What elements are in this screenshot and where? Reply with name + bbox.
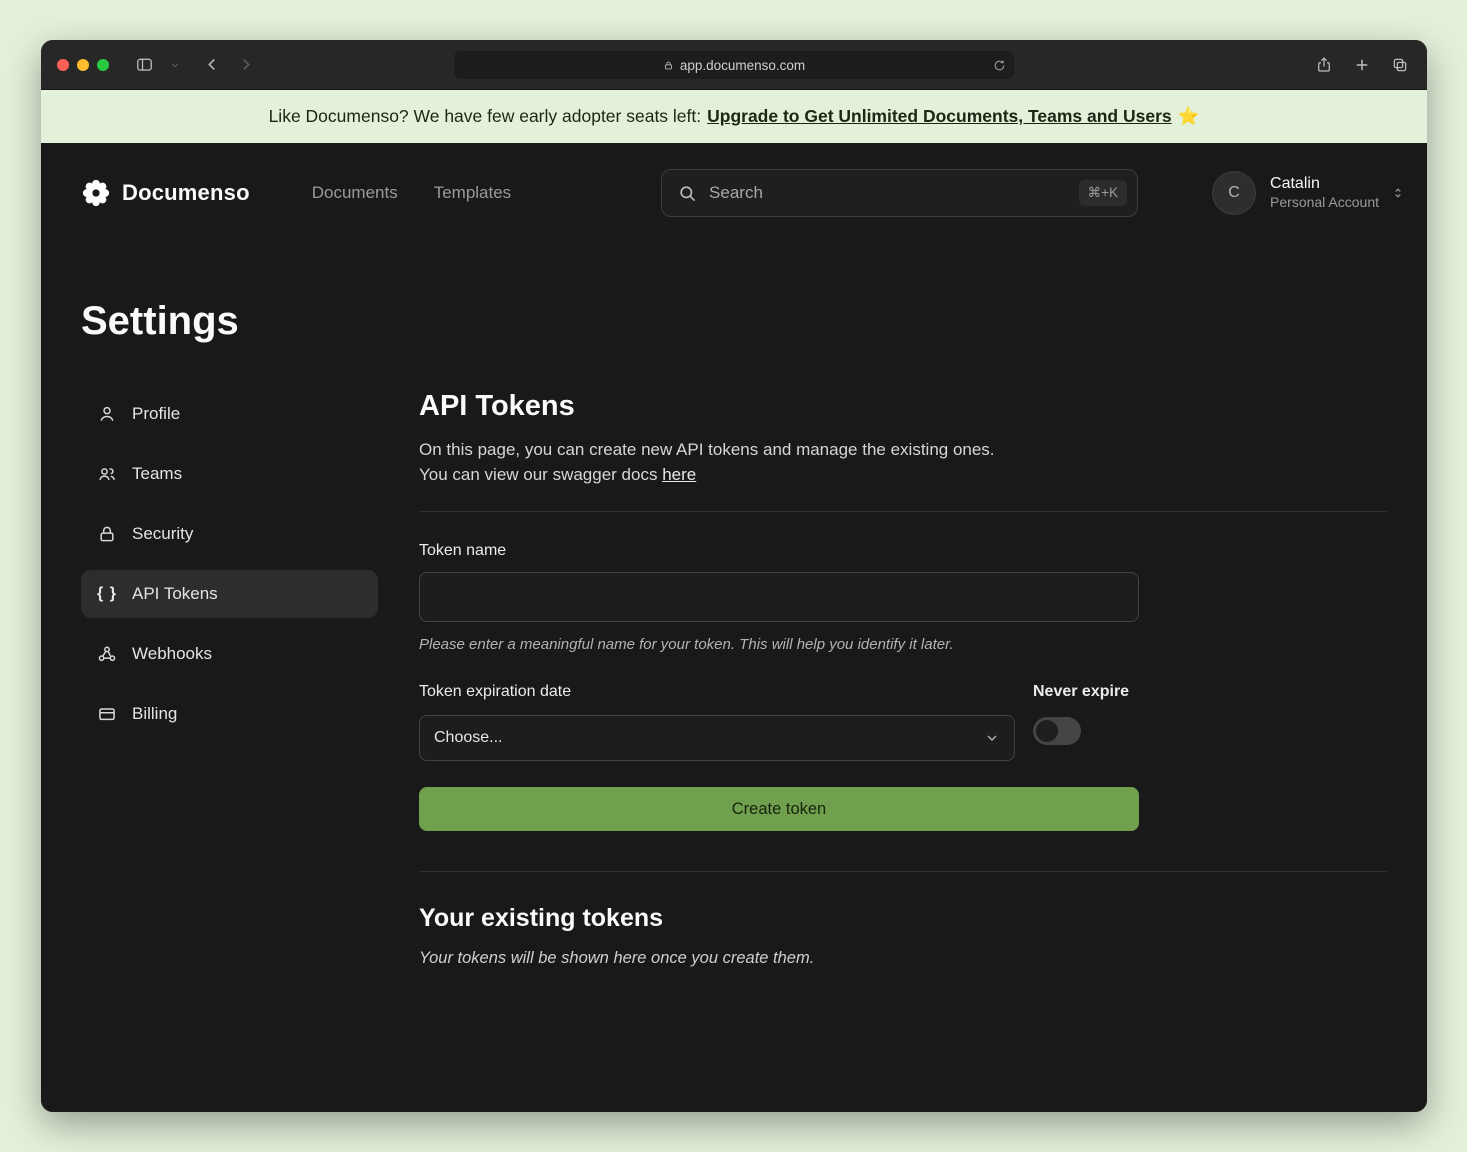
back-button-icon[interactable] bbox=[204, 56, 221, 73]
browser-window: app.documenso.com Like Documenso? We hav… bbox=[41, 40, 1427, 1112]
credit-card-icon bbox=[97, 704, 117, 724]
user-icon bbox=[97, 404, 117, 424]
share-icon[interactable] bbox=[1315, 56, 1333, 74]
traffic-lights bbox=[57, 59, 109, 71]
app-header: Documenso Documents Templates Search ⌘+K… bbox=[41, 143, 1427, 243]
never-expire-toggle[interactable] bbox=[1033, 717, 1081, 745]
webhook-icon bbox=[97, 644, 117, 664]
main-nav: Documents Templates bbox=[312, 183, 511, 203]
expiration-selected-value: Choose... bbox=[434, 729, 502, 747]
forward-button-icon[interactable] bbox=[237, 56, 254, 73]
promo-banner: Like Documenso? We have few early adopte… bbox=[41, 90, 1427, 143]
chevron-down-icon[interactable] bbox=[170, 60, 180, 70]
divider bbox=[419, 511, 1387, 512]
promo-text: Like Documenso? We have few early adopte… bbox=[269, 106, 702, 127]
braces-icon: { } bbox=[97, 585, 117, 603]
zoom-button[interactable] bbox=[97, 59, 109, 71]
never-expire-label: Never expire bbox=[1033, 683, 1129, 701]
account-type: Personal Account bbox=[1270, 194, 1379, 212]
star-emoji-icon: ⭐ bbox=[1178, 106, 1200, 127]
account-name: Catalin bbox=[1270, 174, 1379, 194]
address-bar[interactable]: app.documenso.com bbox=[454, 51, 1014, 79]
account-menu[interactable]: C Catalin Personal Account bbox=[1212, 171, 1405, 215]
sidebar-item-webhooks[interactable]: Webhooks bbox=[81, 630, 378, 678]
chevron-down-icon bbox=[984, 730, 1000, 746]
create-token-button[interactable]: Create token bbox=[419, 787, 1139, 831]
sidebar-item-profile[interactable]: Profile bbox=[81, 390, 378, 438]
api-tokens-panel: API Tokens On this page, you can create … bbox=[419, 390, 1387, 968]
token-name-hint: Please enter a meaningful name for your … bbox=[419, 636, 1387, 653]
sidebar-item-label: Billing bbox=[132, 704, 177, 724]
close-button[interactable] bbox=[57, 59, 69, 71]
documenso-app: Documenso Documents Templates Search ⌘+K… bbox=[41, 143, 1427, 1112]
sidebar-item-label: Webhooks bbox=[132, 644, 212, 664]
refresh-icon[interactable] bbox=[993, 59, 1006, 72]
sidebar-item-api-tokens[interactable]: { } API Tokens bbox=[81, 570, 378, 618]
tab-overview-icon[interactable] bbox=[1391, 56, 1409, 74]
brand[interactable]: Documenso bbox=[81, 178, 250, 208]
expiration-label: Token expiration date bbox=[419, 683, 1015, 701]
section-heading: API Tokens bbox=[419, 390, 1387, 423]
page-title: Settings bbox=[81, 299, 1387, 344]
divider bbox=[419, 871, 1387, 872]
sidebar-toggle-icon[interactable] bbox=[135, 55, 154, 74]
nav-documents[interactable]: Documents bbox=[312, 183, 398, 203]
avatar: C bbox=[1212, 171, 1256, 215]
token-name-label: Token name bbox=[419, 542, 1387, 560]
sidebar-item-label: Security bbox=[132, 524, 193, 544]
token-name-input[interactable] bbox=[419, 572, 1139, 622]
sidebar-item-security[interactable]: Security bbox=[81, 510, 378, 558]
description-line-1: On this page, you can create new API tok… bbox=[419, 440, 995, 459]
swagger-docs-link[interactable]: here bbox=[662, 465, 696, 484]
url-text: app.documenso.com bbox=[680, 58, 805, 73]
search-shortcut-badge: ⌘+K bbox=[1079, 180, 1127, 206]
documenso-logo-icon bbox=[81, 178, 111, 208]
users-icon bbox=[97, 464, 117, 484]
upgrade-link[interactable]: Upgrade to Get Unlimited Documents, Team… bbox=[707, 106, 1172, 127]
settings-sidebar: Profile Teams Security bbox=[81, 390, 378, 750]
description-line-2: You can view our swagger docs bbox=[419, 465, 662, 484]
section-description: On this page, you can create new API tok… bbox=[419, 437, 1387, 487]
existing-tokens-heading: Your existing tokens bbox=[419, 904, 1387, 933]
sidebar-item-teams[interactable]: Teams bbox=[81, 450, 378, 498]
search-input[interactable]: Search ⌘+K bbox=[661, 169, 1138, 217]
brand-name: Documenso bbox=[122, 180, 250, 206]
existing-tokens-hint: Your tokens will be shown here once you … bbox=[419, 949, 1387, 968]
nav-templates[interactable]: Templates bbox=[434, 183, 511, 203]
browser-titlebar: app.documenso.com bbox=[41, 40, 1427, 90]
new-tab-icon[interactable] bbox=[1353, 56, 1371, 74]
sidebar-item-billing[interactable]: Billing bbox=[81, 690, 378, 738]
lock-icon bbox=[663, 60, 674, 71]
search-icon bbox=[678, 184, 697, 203]
sidebar-item-label: API Tokens bbox=[132, 584, 218, 604]
expiration-select[interactable]: Choose... bbox=[419, 715, 1015, 761]
sidebar-item-label: Teams bbox=[132, 464, 182, 484]
toggle-knob bbox=[1036, 720, 1058, 742]
chevron-up-down-icon bbox=[1391, 185, 1405, 201]
lock-icon bbox=[97, 524, 117, 544]
minimize-button[interactable] bbox=[77, 59, 89, 71]
sidebar-item-label: Profile bbox=[132, 404, 180, 424]
search-placeholder: Search bbox=[709, 183, 763, 203]
